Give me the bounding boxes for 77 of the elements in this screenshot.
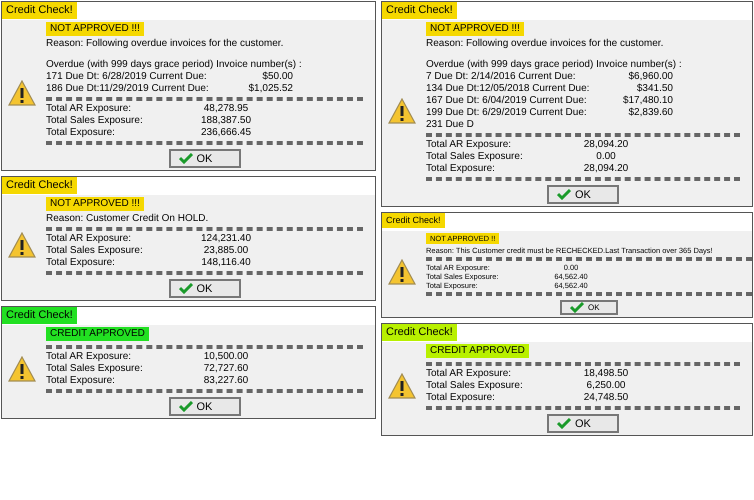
total-value: 23,885.00	[202, 245, 250, 257]
status-label: NOT APPROVED !!!	[46, 22, 144, 36]
warning-icon	[388, 98, 416, 124]
warning-icon	[8, 232, 36, 258]
total-label: Total Exposure:	[46, 257, 116, 269]
total-value: 0.00	[595, 151, 617, 163]
invoice-label: 231 Due D	[426, 119, 475, 131]
total-value: 10,500.00	[202, 351, 250, 363]
checkmark-icon	[557, 418, 571, 429]
total-value: 124,231.40	[200, 233, 252, 245]
dialog-title: Credit Check!	[2, 2, 77, 19]
dialog-title: Credit Check!	[382, 324, 457, 341]
total-value: 236,666.45	[200, 127, 252, 139]
total-value: 72,727.60	[202, 363, 250, 375]
dialog-title: Credit Check!	[2, 177, 77, 194]
total-label: Total Sales Exposure:	[46, 245, 144, 257]
ok-button[interactable]: OK	[168, 397, 240, 416]
total-value: 6,250.00	[586, 380, 626, 392]
total-value: 28,094.20	[582, 139, 630, 151]
reason-text: Reason: Following overdue invoices for the customer.	[426, 38, 664, 50]
ok-button[interactable]: OK	[547, 185, 619, 204]
invoice-label: 7 Due Dt: 2/14/2016 Current Due:	[426, 71, 577, 83]
invoice-label: 199 Due Dt: 6/29/2019 Current Due:	[426, 107, 588, 119]
checkmark-icon	[178, 283, 192, 294]
invoice-amount: $6,960.00	[628, 71, 673, 83]
reason-text: Reason: Customer Credit On HOLD.	[46, 213, 210, 225]
total-label: Total Sales Exposure:	[426, 151, 524, 163]
dialog-title: Credit Check!	[382, 213, 445, 228]
checkmark-icon	[557, 189, 571, 200]
total-value: 188,387.50	[200, 115, 252, 127]
ok-button[interactable]: OK	[168, 279, 240, 298]
invoice-label: 186 Due Dt:11/29/2019 Current Due:	[46, 83, 210, 95]
total-value: 28,094.20	[582, 163, 630, 175]
total-label: Total Sales Exposure:	[46, 115, 144, 127]
total-value: 148,116.40	[200, 257, 252, 269]
invoice-amount: $50.00	[261, 71, 293, 83]
status-label: NOT APPROVED !!!	[426, 22, 524, 36]
status-label: NOT APPROVED !!!	[46, 197, 144, 211]
total-value: 48,278.95	[202, 103, 250, 115]
invoice-amount: $17,480.10	[622, 95, 673, 107]
overdue-header: Overdue (with 999 days grace period) Invoice number(s) :	[46, 59, 303, 71]
ok-button[interactable]: OK	[168, 149, 240, 168]
warning-icon	[8, 80, 36, 106]
total-label: Total AR Exposure:	[426, 139, 512, 151]
checkmark-icon	[178, 401, 192, 412]
status-label: CREDIT APPROVED	[426, 344, 529, 358]
invoice-amount: $1,025.52	[248, 83, 293, 95]
total-label: Total AR Exposure:	[46, 233, 132, 245]
total-label: Total Sales Exposure:	[46, 363, 144, 375]
total-label: Total AR Exposure:	[426, 368, 512, 380]
invoice-label: 134 Due Dt:12/05/2018 Current Due:	[426, 83, 590, 95]
total-value: 18,498.50	[582, 368, 630, 380]
warning-icon	[8, 356, 36, 382]
total-label: Total Exposure:	[46, 375, 116, 387]
ok-button[interactable]: OK	[560, 300, 618, 315]
total-label: Total Exposure:	[426, 392, 496, 404]
invoice-label: 171 Due Dt: 6/28/2019 Current Due:	[46, 71, 208, 83]
total-label: Total Sales Exposure:	[426, 380, 524, 392]
invoice-label: 167 Due Dt: 6/04/2019 Current Due:	[426, 95, 588, 107]
total-label: Total AR Exposure:	[46, 351, 132, 363]
total-value: 24,748.50	[582, 392, 630, 404]
ok-button[interactable]: OK	[547, 414, 619, 433]
checkmark-icon	[178, 153, 192, 164]
checkmark-icon	[570, 302, 584, 313]
total-label: Total AR Exposure:	[46, 103, 132, 115]
total-label: Total Exposure:	[46, 127, 116, 139]
invoice-amount: $2,839.60	[628, 107, 673, 119]
total-value: 83,227.60	[202, 375, 250, 387]
total-label: Total Exposure:	[426, 163, 496, 175]
dialog-title: Credit Check!	[382, 2, 457, 19]
invoice-amount: $341.50	[636, 83, 673, 95]
overdue-header: Overdue (with 999 days grace period) Invoice number(s) :	[426, 59, 683, 71]
reason-text: Reason: Following overdue invoices for the customer.	[46, 38, 284, 50]
warning-icon	[388, 373, 416, 399]
dialog-title: Credit Check!	[2, 307, 77, 324]
status-label: CREDIT APPROVED	[46, 327, 149, 341]
warning-icon	[388, 259, 416, 285]
